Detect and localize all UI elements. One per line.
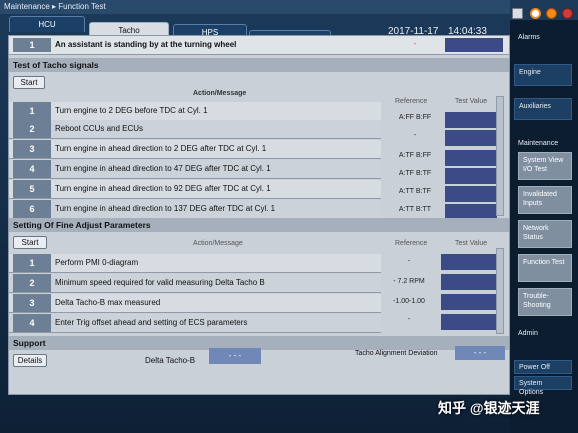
row-reference: A:FF B:FF — [398, 114, 432, 121]
fine-adjust-scrollbar[interactable] — [496, 248, 504, 334]
row-test-value — [445, 168, 497, 184]
row-message: Reboot CCUs and ECUs — [55, 124, 144, 133]
alert-value-box — [445, 38, 503, 52]
row-number: 3 — [13, 140, 51, 158]
row-message: Turn engine to 2 DEG before TDC at Cyl. … — [55, 106, 208, 115]
stop-icon[interactable] — [562, 8, 573, 19]
alert-value: - — [413, 41, 417, 48]
row-reference: - 7.2 RPM — [393, 278, 425, 285]
tacho-signals-title: Test of Tacho signals — [9, 58, 509, 72]
row-message: Turn engine in ahead direction to 137 DE… — [55, 204, 276, 213]
tacho-start-button[interactable]: Start — [13, 76, 45, 89]
tacho-scrollbar[interactable] — [496, 96, 504, 216]
row-reference: - — [413, 132, 417, 139]
sidebar-item-invalidated-inputs[interactable]: Invalidated Inputs — [518, 186, 572, 214]
fine-adjust-col-test-value: Test Value — [455, 240, 488, 247]
sidebar-item-maintenance[interactable]: Maintenance — [514, 136, 572, 151]
row-test-value — [445, 186, 497, 202]
fine-adjust-col-action: Action/Message — [193, 240, 243, 247]
fine-adjust-col-reference: Reference — [395, 240, 428, 247]
row-number: 2 — [13, 120, 51, 138]
sidebar-item-admin[interactable]: Admin — [514, 326, 572, 341]
row-number: 5 — [13, 180, 51, 198]
row-number: 1 — [13, 102, 51, 120]
row-test-value — [441, 314, 497, 330]
fine-adjust-title: Setting Of Fine Adjust Parameters — [9, 218, 509, 232]
window-icon[interactable] — [512, 8, 523, 19]
sidebar-item-function-test[interactable]: Function Test — [518, 254, 572, 282]
sidebar-item-system-options[interactable]: System Options — [514, 376, 572, 396]
row-reference: A:TF B:TF — [398, 170, 432, 177]
alert-message: An assistant is standing by at the turni… — [55, 40, 237, 49]
row-test-value — [445, 150, 497, 166]
delta-tacho-label: Delta Tacho-B — [145, 356, 196, 365]
row-reference: -1.00-1.00 — [393, 298, 425, 305]
row-message: Turn engine in ahead direction to 2 DEG … — [55, 144, 267, 153]
fine-adjust-start-button[interactable]: Start — [13, 236, 47, 249]
row-test-value — [441, 254, 497, 270]
tacho-col-action: Action/Message — [193, 90, 247, 97]
alignment-deviation-label: Tacho Alignment Deviation — [355, 350, 438, 357]
alarm-icon[interactable] — [546, 8, 557, 19]
row-message: Turn engine in ahead direction to 47 DEG… — [55, 164, 271, 173]
sidebar-item-auxiliaries[interactable]: Auxiliaries — [514, 98, 572, 120]
row-message: Perform PMI 0-diagram — [55, 258, 139, 267]
row-number: 2 — [13, 274, 51, 292]
watermark: 知乎 @银迹天涯 — [438, 400, 540, 416]
row-message: Minimum speed required for valid measuri… — [55, 278, 265, 287]
row-reference: - — [407, 258, 411, 265]
details-button[interactable]: Details — [13, 354, 47, 367]
row-number: 4 — [13, 160, 51, 178]
sidebar-item-power-off[interactable]: Power Off — [514, 360, 572, 374]
alignment-deviation-value: - - - — [455, 346, 505, 360]
alert-number: 1 — [13, 38, 51, 52]
sidebar-item-trouble-shooting[interactable]: Trouble-Shooting — [518, 288, 572, 316]
sidebar-item-network-status[interactable]: Network Status — [518, 220, 572, 248]
row-number: 4 — [13, 314, 51, 332]
tab-hcu[interactable]: HCU — [9, 16, 85, 32]
row-reference: A:TT B:TF — [398, 188, 432, 195]
delta-tacho-value: - - - — [209, 348, 261, 364]
row-test-value — [441, 294, 497, 310]
row-message: Delta Tacho-B max measured — [55, 298, 161, 307]
breadcrumb: Maintenance ▸ Function Test — [0, 0, 510, 14]
row-reference: A:TT B:TT — [398, 206, 432, 213]
row-reference: - — [407, 316, 411, 323]
sidebar-item-system-view[interactable]: System View I/O Test — [518, 152, 572, 180]
tacho-panel: 1 An assistant is standing by at the tur… — [8, 35, 510, 395]
sound-off-icon[interactable] — [530, 8, 541, 19]
row-test-value — [441, 274, 497, 290]
row-reference: A:TF B:FF — [398, 152, 432, 159]
row-test-value — [445, 130, 497, 146]
sidebar-item-alarms[interactable]: Alarms — [514, 30, 572, 45]
tacho-col-reference: Reference — [395, 98, 428, 105]
screen: Maintenance ▸ Function Test HCU Tacho HP… — [0, 0, 578, 433]
sidebar: Alarms Engine Auxiliaries Maintenance Sy… — [510, 20, 578, 433]
row-number: 3 — [13, 294, 51, 312]
row-test-value — [445, 112, 497, 128]
row-message: Enter Trig offset ahead and setting of E… — [55, 318, 248, 327]
sidebar-item-engine[interactable]: Engine — [514, 64, 572, 86]
row-number: 1 — [13, 254, 51, 272]
tacho-col-test-value: Test Value — [455, 98, 488, 105]
row-number: 6 — [13, 200, 51, 218]
row-message: Turn engine in ahead direction to 92 DEG… — [55, 184, 271, 193]
